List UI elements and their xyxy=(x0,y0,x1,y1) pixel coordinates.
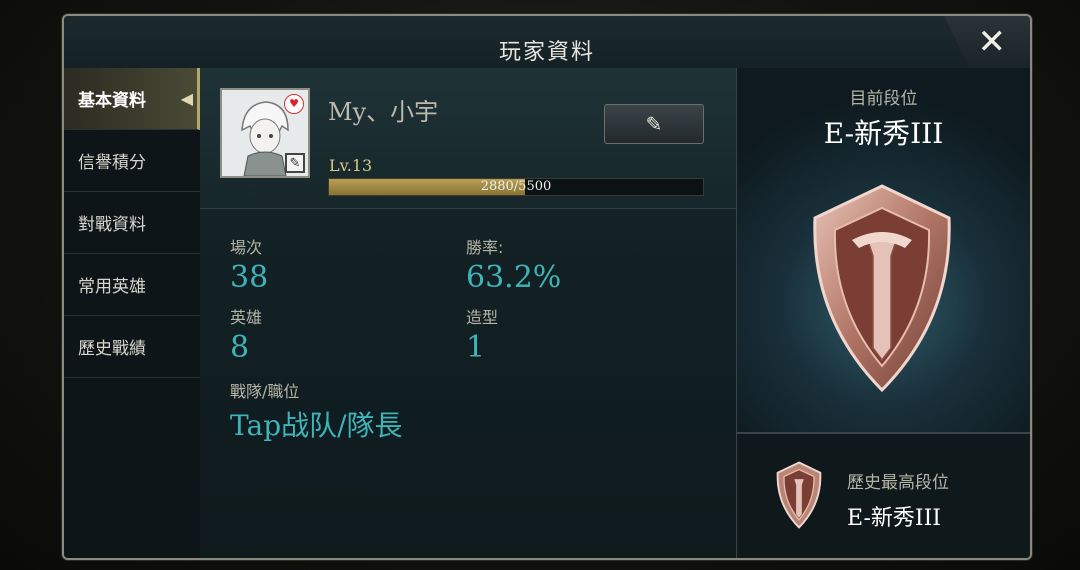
heroes-label: 英雄 xyxy=(230,308,263,327)
close-icon: ✕ xyxy=(977,22,1007,62)
sidebar-item-label: 歷史戰績 xyxy=(78,339,146,359)
skins-value: 1 xyxy=(466,330,486,365)
sidebar-item-label: 常用英雄 xyxy=(78,277,146,297)
sidebar-item-match-history[interactable]: 歷史戰績 xyxy=(64,316,200,378)
xp-progress-text: 2880/5500 xyxy=(480,179,552,194)
highest-rank-emblem-icon xyxy=(776,461,822,529)
pencil-icon: ✎ xyxy=(645,112,663,136)
player-profile-window: 玩家資料 ✕ 基本資料 ◀ 信譽積分 對戰資料 常用英雄 歷史戰績 ♥ ✎ My… xyxy=(62,14,1032,560)
sidebar-item-battle-data[interactable]: 對戰資料 xyxy=(64,192,200,254)
sidebar-item-label: 信譽積分 xyxy=(78,153,146,173)
edit-avatar-icon[interactable]: ✎ xyxy=(285,153,305,173)
team-stat: 戰隊/職位 Tap战队/隊長 xyxy=(230,378,403,444)
avatar[interactable]: ♥ ✎ xyxy=(220,88,310,178)
rank-panel: 目前段位 E-新秀III 歷史最高段位 E-新秀III xyxy=(736,68,1030,558)
profile-header: ♥ ✎ My、小宇 Lv.13 2880/5500 ✎ xyxy=(200,68,736,209)
sidebar-item-credit-score[interactable]: 信譽積分 xyxy=(64,130,200,192)
sidebar-item-basic-info[interactable]: 基本資料 ◀ xyxy=(64,68,200,130)
highest-rank-box: 歷史最高段位 E-新秀III xyxy=(737,432,1030,558)
heroes-stat: 英雄 8 xyxy=(230,304,262,365)
heart-icon: ♥ xyxy=(284,94,304,114)
heroes-value: 8 xyxy=(230,330,250,365)
current-rank-label: 目前段位 xyxy=(849,89,918,109)
title-bar: 玩家資料 ✕ xyxy=(64,16,1030,70)
matches-value: 38 xyxy=(230,260,269,295)
rank-emblem-icon[interactable] xyxy=(797,178,967,398)
edit-name-button[interactable]: ✎ xyxy=(604,104,704,144)
team-value[interactable]: Tap战队/隊長 xyxy=(230,404,403,444)
winrate-value: 63.2% xyxy=(466,260,562,295)
highest-rank-label: 歷史最高段位 xyxy=(847,473,949,493)
player-level: Lv.13 xyxy=(329,156,373,175)
winrate-label: 勝率: xyxy=(466,238,504,257)
player-name: My、小宇 xyxy=(328,98,439,126)
skins-stat: 造型 1 xyxy=(466,304,498,365)
matches-label: 場次 xyxy=(230,238,263,257)
chevron-left-icon: ◀ xyxy=(180,89,193,108)
team-label: 戰隊/職位 xyxy=(230,382,300,401)
basic-info-panel: ♥ ✎ My、小宇 Lv.13 2880/5500 ✎ 場次 38 勝率: 63… xyxy=(200,68,736,558)
sidebar-item-label: 基本資料 xyxy=(78,91,146,111)
sidebar: 基本資料 ◀ 信譽積分 對戰資料 常用英雄 歷史戰績 xyxy=(64,68,202,558)
current-rank-value: E-新秀III xyxy=(823,117,944,150)
window-title: 玩家資料 xyxy=(498,40,595,65)
skins-label: 造型 xyxy=(466,308,499,327)
xp-progress-bar: 2880/5500 xyxy=(328,178,704,196)
sidebar-item-common-heroes[interactable]: 常用英雄 xyxy=(64,254,200,316)
winrate-stat: 勝率: 63.2% xyxy=(466,234,561,295)
highest-rank-value: E-新秀III xyxy=(847,506,941,531)
sidebar-item-label: 對戰資料 xyxy=(78,215,146,235)
matches-stat: 場次 38 xyxy=(230,234,268,295)
